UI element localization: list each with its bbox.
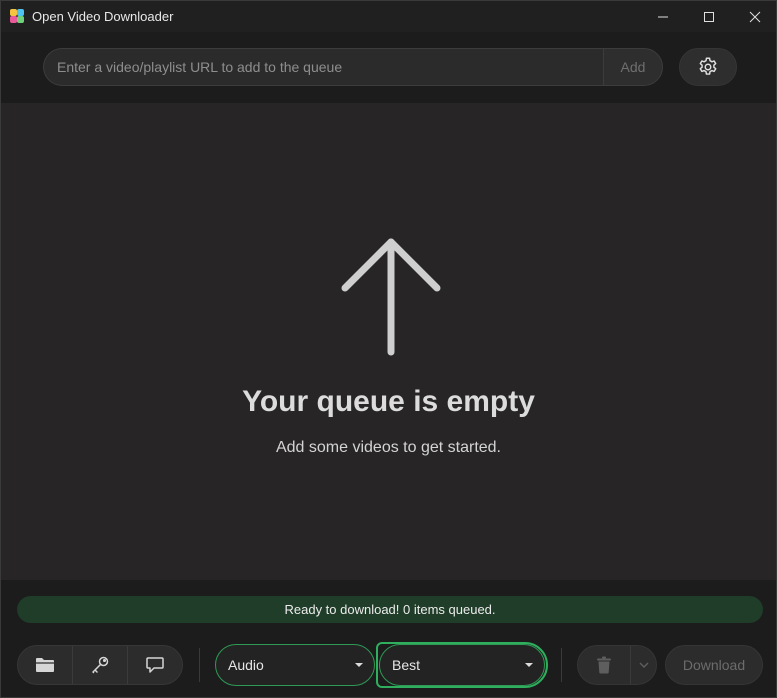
arrow-up-icon	[341, 238, 441, 356]
type-select-value: Audio	[228, 657, 264, 673]
type-select[interactable]: Audio	[215, 644, 375, 686]
chevron-down-icon	[344, 662, 374, 668]
maximize-button[interactable]	[686, 1, 732, 32]
app-logo-icon	[10, 9, 24, 23]
toolbar-divider	[199, 648, 200, 682]
app-window: Open Video Downloader Add Your queue is …	[0, 0, 777, 698]
minimize-icon	[658, 16, 668, 17]
toolbar-divider	[561, 648, 562, 682]
tools-button-group	[17, 645, 183, 685]
open-folder-button[interactable]	[18, 646, 73, 684]
queue-area: Your queue is empty Add some videos to g…	[1, 103, 776, 580]
chat-icon	[146, 657, 164, 673]
window-title: Open Video Downloader	[32, 9, 174, 24]
close-button[interactable]	[732, 1, 776, 32]
authentication-button[interactable]	[73, 646, 128, 684]
empty-queue-title: Your queue is empty	[242, 385, 535, 418]
chevron-down-icon	[639, 662, 648, 668]
folder-icon	[36, 658, 54, 672]
gear-icon	[699, 57, 717, 75]
trash-icon	[597, 656, 611, 674]
add-button[interactable]: Add	[603, 48, 663, 86]
quality-select-value: Best	[392, 657, 421, 673]
empty-queue-subtitle: Add some videos to get started.	[275, 439, 501, 456]
clear-queue-button[interactable]	[578, 646, 631, 684]
download-button[interactable]: Download	[665, 645, 763, 685]
close-icon	[749, 11, 761, 22]
clear-queue-group	[577, 645, 657, 685]
chevron-down-icon	[514, 662, 544, 668]
feedback-button[interactable]	[128, 646, 182, 684]
status-bar: Ready to download! 0 items queued.	[17, 596, 763, 623]
minimize-button[interactable]	[640, 1, 686, 32]
settings-button[interactable]	[679, 48, 737, 86]
maximize-icon	[704, 11, 714, 22]
clear-options-button[interactable]	[631, 646, 656, 684]
quality-select[interactable]: Best	[379, 644, 545, 686]
key-icon	[92, 656, 109, 674]
bottom-panel: Ready to download! 0 items queued. Audio…	[1, 580, 776, 697]
url-toolbar: Add	[1, 32, 776, 103]
title-bar: Open Video Downloader	[1, 1, 776, 32]
url-input[interactable]	[43, 48, 603, 86]
